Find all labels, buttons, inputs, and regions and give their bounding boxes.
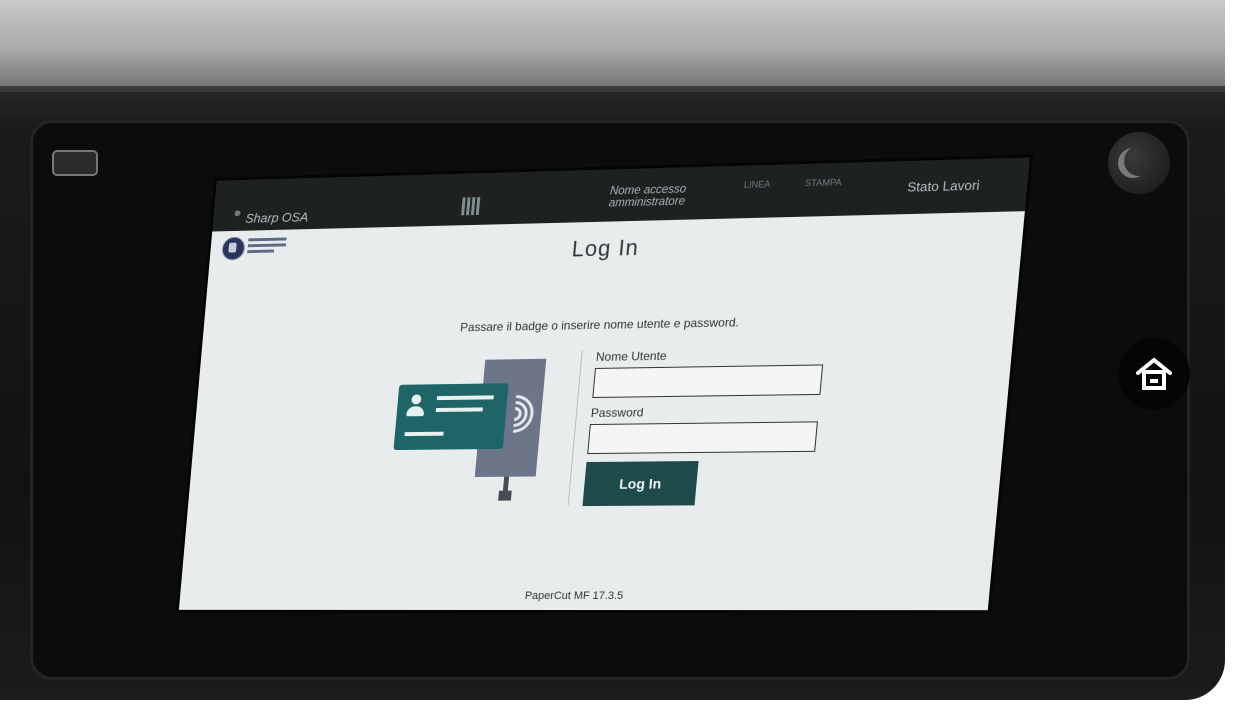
login-screen: Sharp OSA Nome accesso amministratore LI… bbox=[179, 158, 1030, 611]
version-footer: PaperCut MF 17.3.5 bbox=[180, 590, 990, 602]
page-title: Log In bbox=[209, 226, 1024, 271]
home-button[interactable] bbox=[1118, 338, 1190, 410]
sleep-button[interactable] bbox=[1108, 132, 1170, 194]
username-label: Nome Utente bbox=[595, 346, 859, 364]
admin-login-line2: amministratore bbox=[591, 195, 702, 210]
login-instruction: Passare il badge o inserire nome utente … bbox=[203, 310, 1016, 339]
card-reader-slot-icon bbox=[52, 150, 98, 176]
form-divider bbox=[568, 350, 583, 505]
mode-indicator-icon bbox=[234, 210, 240, 216]
id-card-icon bbox=[393, 383, 508, 450]
printer-top-edge bbox=[0, 0, 1225, 92]
login-button[interactable]: Log In bbox=[582, 461, 698, 506]
line-indicator: LINEA bbox=[744, 179, 771, 190]
login-form: Nome Utente Password Log In bbox=[582, 346, 859, 507]
mode-label[interactable]: Sharp OSA bbox=[245, 209, 309, 225]
job-status-button[interactable]: Stato Lavori bbox=[907, 177, 981, 194]
password-label: Password bbox=[590, 403, 854, 420]
badge-reader-illustration bbox=[388, 359, 558, 510]
print-status-indicator: STAMPA bbox=[805, 177, 842, 188]
moon-icon bbox=[1124, 146, 1154, 176]
username-field[interactable] bbox=[592, 364, 823, 398]
printer-panel-photo: Sharp OSA Nome accesso amministratore LI… bbox=[0, 0, 1225, 700]
home-icon bbox=[1134, 355, 1174, 393]
admin-login-button[interactable]: Nome accesso amministratore bbox=[591, 183, 703, 210]
qr-code-icon[interactable] bbox=[461, 197, 480, 215]
password-field[interactable] bbox=[587, 421, 818, 454]
